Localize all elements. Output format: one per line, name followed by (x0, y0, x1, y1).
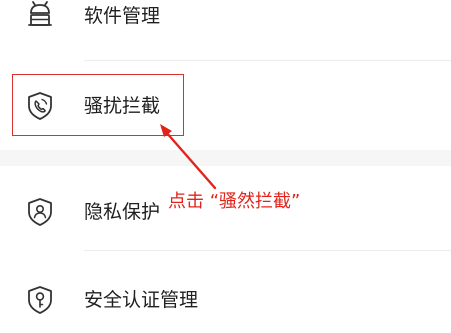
menu-item-label: 软件管理 (84, 5, 161, 27)
section-separator (0, 150, 451, 166)
menu-item-software-management[interactable]: 软件管理 (0, 0, 451, 60)
android-robot-icon (20, 0, 60, 34)
shield-user-icon (20, 192, 60, 232)
menu-item-security-certificate-management[interactable]: 安全认证管理 (0, 268, 451, 328)
divider (84, 250, 451, 251)
menu-item-label: 安全认证管理 (84, 289, 199, 311)
divider (84, 60, 451, 61)
highlight-box (12, 74, 184, 136)
shield-key-icon (20, 280, 60, 320)
annotation-callout: 点击 “骚然拦截” (168, 191, 301, 212)
menu-item-label: 隐私保护 (84, 201, 161, 223)
